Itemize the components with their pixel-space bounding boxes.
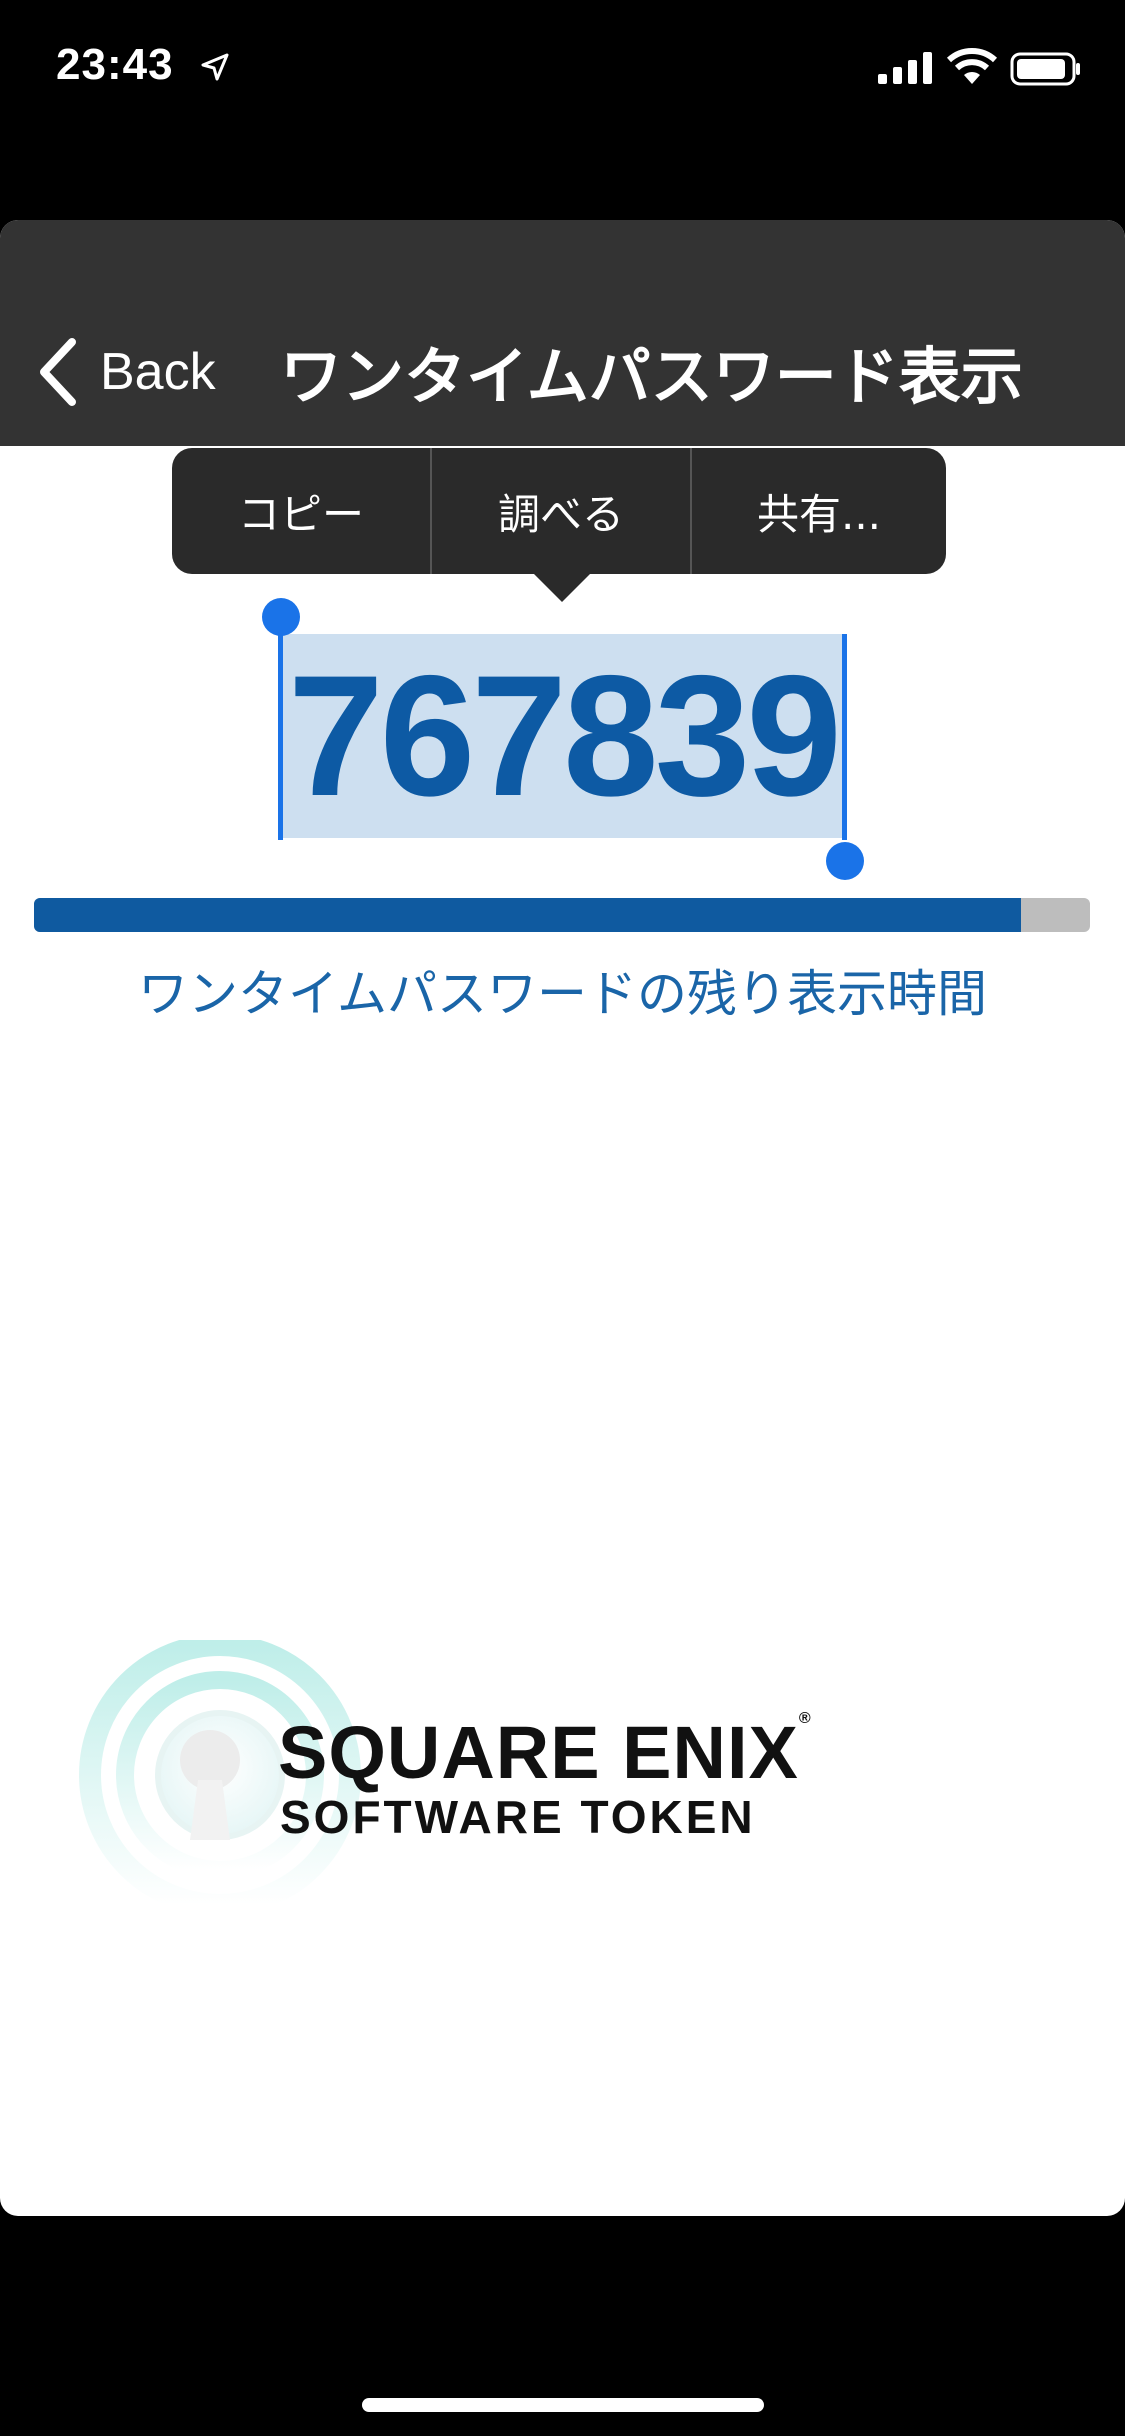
logo-line-2: SOFTWARE TOKEN [280, 1791, 756, 1843]
remaining-time-label: ワンタイムパスワードの残り表示時間 [138, 965, 987, 1023]
back-button[interactable]: Back [36, 332, 216, 412]
battery-icon [1010, 52, 1080, 86]
app-screen: Back ワンタイムパスワード表示 コピー 調べる 共有... 767839 ワ… [0, 220, 1125, 2216]
edit-menu-pointer [532, 572, 592, 602]
home-indicator[interactable] [362, 2398, 764, 2412]
remaining-time-bar [34, 898, 1090, 932]
selection-end-handle[interactable] [826, 842, 864, 880]
chevron-left-icon [40, 338, 76, 406]
menu-item-copy[interactable]: コピー [172, 448, 432, 574]
menu-item-share[interactable]: 共有... [692, 448, 946, 574]
selection-start-handle[interactable] [262, 598, 300, 636]
status-bar: 23:43 [0, 0, 1125, 140]
cellular-signal-icon [878, 52, 932, 84]
navigation-bar: Back ワンタイムパスワード表示 [0, 220, 1125, 446]
status-time: 23:43 [56, 40, 174, 89]
menu-item-look-up[interactable]: 調べる [432, 448, 692, 574]
back-label: Back [100, 343, 216, 401]
page-title: ワンタイムパスワード表示 [280, 340, 1023, 413]
one-time-password[interactable]: 767839 [280, 634, 846, 838]
location-arrow-icon [201, 53, 229, 81]
text-selection-highlight: 767839 [280, 634, 846, 838]
remaining-time-fill [34, 898, 1022, 932]
wifi-icon [946, 48, 998, 84]
edit-menu: コピー 調べる 共有... [172, 448, 946, 574]
selection-end-line [842, 634, 847, 840]
selection-start-line [278, 634, 283, 840]
logo-line-1: SQUARE ENIX® [278, 1710, 812, 1794]
